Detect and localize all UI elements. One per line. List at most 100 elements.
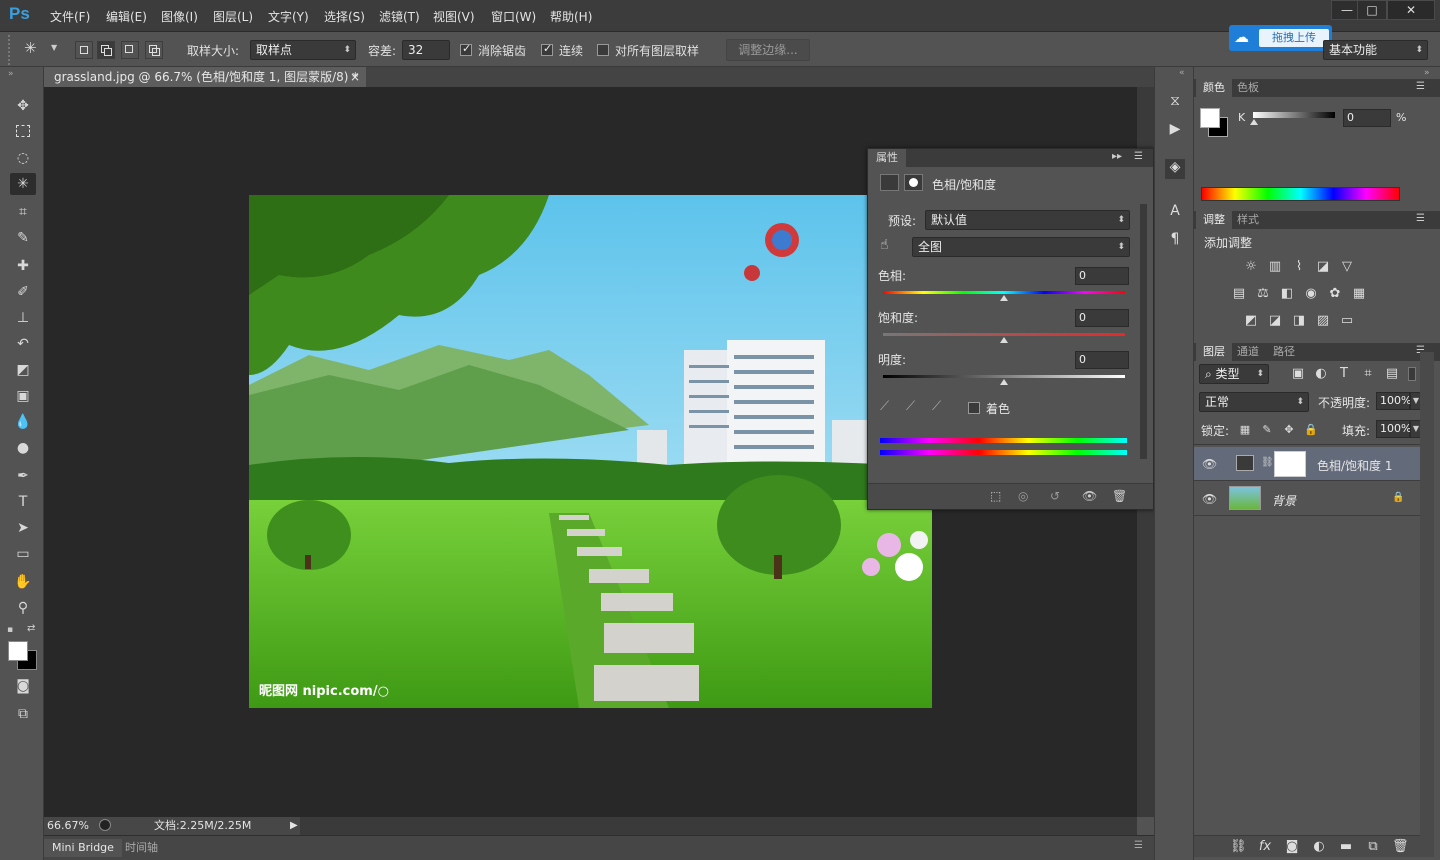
threshold-icon[interactable]: ◨ <box>1291 314 1307 328</box>
layer-row-hue-saturation[interactable]: 👁 ⛓ 色相/饱和度 1 <box>1194 447 1420 481</box>
lightness-slider-thumb[interactable] <box>1000 379 1008 385</box>
menu-file[interactable]: 文件(F) <box>50 8 90 25</box>
photo-filter-icon[interactable]: ◉ <box>1303 287 1319 301</box>
tool-preset-dropdown-icon[interactable]: ▼ <box>51 43 57 52</box>
vibrance-icon[interactable]: ▽ <box>1339 260 1355 274</box>
menu-edit[interactable]: 编辑(E) <box>106 8 147 25</box>
menu-select[interactable]: 选择(S) <box>324 8 365 25</box>
posterize-icon[interactable]: ◪ <box>1267 314 1283 328</box>
saturation-input[interactable]: 0 <box>1075 309 1129 327</box>
hue-saturation-icon[interactable]: ▤ <box>1231 287 1247 301</box>
lightness-input[interactable]: 0 <box>1075 351 1129 369</box>
color-spectrum-bar[interactable] <box>1201 187 1400 201</box>
new-group-icon[interactable]: ▬ <box>1338 840 1354 854</box>
layer-style-icon[interactable]: fx <box>1257 840 1273 854</box>
black-white-icon[interactable]: ◧ <box>1279 287 1295 301</box>
add-mask-icon[interactable]: ◙ <box>1284 840 1300 854</box>
filter-smart-object-icon[interactable]: ▤ <box>1384 367 1400 381</box>
tolerance-input[interactable]: 32 <box>402 40 450 60</box>
channel-dropdown[interactable]: 全图 ⬍ <box>912 237 1130 257</box>
antialias-checkbox[interactable] <box>460 42 472 56</box>
filter-shape-icon[interactable]: ⌗ <box>1360 367 1376 381</box>
k-slider-thumb[interactable] <box>1250 119 1258 125</box>
lightness-slider[interactable] <box>883 375 1125 378</box>
k-channel-input[interactable]: 0 <box>1343 109 1391 127</box>
layer-name[interactable]: 背景 <box>1272 492 1296 509</box>
colorize-checkbox[interactable] <box>968 402 980 414</box>
status-info-icon[interactable] <box>99 819 111 831</box>
eyedropper-plus-icon[interactable]: ⟋ <box>906 399 915 414</box>
tab-adjustments[interactable]: 调整 <box>1196 211 1232 229</box>
workspace-dropdown[interactable]: 基本功能 ⬍ <box>1323 40 1428 60</box>
zoom-tool-icon[interactable]: ⚲ <box>10 597 36 619</box>
layer-filter-dropdown[interactable]: ⌕ 类型 ⬍ <box>1199 364 1269 384</box>
color-balance-icon[interactable]: ⚖ <box>1255 287 1271 301</box>
foreground-color-swatch[interactable] <box>8 641 28 661</box>
zoom-level[interactable]: 66.67% <box>47 817 89 835</box>
intersect-selection-icon[interactable] <box>145 41 163 59</box>
lock-image-icon[interactable]: ✎ <box>1259 423 1275 437</box>
tab-timeline[interactable]: 时间轴 <box>117 839 166 857</box>
new-layer-icon[interactable]: ⧉ <box>1365 840 1381 854</box>
curves-icon[interactable]: ⌇ <box>1291 260 1307 274</box>
channel-mixer-icon[interactable]: ✿ <box>1327 287 1343 301</box>
3d-panel-icon[interactable]: ◈ <box>1165 159 1185 179</box>
k-channel-slider[interactable] <box>1253 112 1335 118</box>
mask-icon[interactable] <box>904 174 923 191</box>
type-tool-icon[interactable]: T <box>10 491 36 513</box>
document-tab[interactable]: grassland.jpg @ 66.7% (色相/饱和度 1, 图层蒙版/8)… <box>44 67 366 87</box>
menu-type[interactable]: 文字(Y) <box>268 8 309 25</box>
filter-type-icon[interactable]: T <box>1336 367 1352 381</box>
hand-tool-icon[interactable]: ✋ <box>10 571 36 593</box>
crop-tool-icon[interactable]: ⌗ <box>10 201 36 223</box>
brightness-contrast-icon[interactable]: ☼ <box>1243 260 1259 274</box>
view-previous-icon[interactable]: ◎ <box>1018 489 1028 503</box>
close-button[interactable]: ✕ <box>1387 0 1435 20</box>
quick-mask-icon[interactable]: ◙ <box>10 675 36 697</box>
lock-transparent-icon[interactable]: ▦ <box>1237 423 1253 437</box>
tab-layers[interactable]: 图层 <box>1196 343 1232 361</box>
clip-to-layer-icon[interactable]: ⬚ <box>990 489 1001 503</box>
eyedropper-icon[interactable]: ⟋ <box>880 399 889 414</box>
actions-panel-icon[interactable]: ▶ <box>1165 121 1185 141</box>
clone-stamp-tool-icon[interactable]: ⊥ <box>10 307 36 329</box>
new-selection-icon[interactable] <box>75 41 93 59</box>
pen-tool-icon[interactable]: ✒ <box>10 465 36 487</box>
swap-colors-icon[interactable]: ⇄ <box>27 623 35 634</box>
menu-window[interactable]: 窗口(W) <box>491 8 536 25</box>
link-icon[interactable]: ⛓ <box>1261 457 1274 468</box>
lock-all-icon[interactable]: 🔒 <box>1303 423 1319 437</box>
selective-color-icon[interactable]: ▨ <box>1315 314 1331 328</box>
gradient-map-icon[interactable]: ▭ <box>1339 314 1355 328</box>
reset-icon[interactable]: ↺ <box>1050 489 1060 503</box>
expand-dock-icon[interactable]: » <box>1424 68 1430 78</box>
history-brush-tool-icon[interactable]: ↶ <box>10 333 36 355</box>
menu-image[interactable]: 图像(I) <box>161 8 198 25</box>
tab-channels[interactable]: 通道 <box>1230 343 1266 361</box>
eraser-tool-icon[interactable]: ◩ <box>10 359 36 381</box>
visibility-eye-icon[interactable]: 👁 <box>1202 457 1217 471</box>
targeted-adjustment-hand-icon[interactable]: ☝ <box>880 237 889 253</box>
magic-wand-tool-icon[interactable]: ✳ <box>24 39 48 61</box>
filter-pixel-icon[interactable]: ▣ <box>1290 367 1306 381</box>
tab-styles[interactable]: 样式 <box>1230 211 1266 229</box>
brush-tool-icon[interactable]: ✐ <box>10 281 36 303</box>
panel-menu-icon[interactable]: ☰ <box>1416 213 1425 224</box>
properties-scrollbar[interactable] <box>1140 204 1147 459</box>
delete-icon[interactable]: 🗑 <box>1112 489 1127 503</box>
lasso-tool-icon[interactable]: ◌ <box>10 147 36 169</box>
exposure-icon[interactable]: ◪ <box>1315 260 1331 274</box>
new-adjustment-icon[interactable]: ◐ <box>1311 840 1327 854</box>
collapse-panel-icon[interactable]: ▸▸ <box>1112 151 1122 162</box>
invert-icon[interactable]: ◩ <box>1243 314 1259 328</box>
rectangle-tool-icon[interactable]: ▭ <box>10 543 36 565</box>
filter-adjustment-icon[interactable]: ◐ <box>1313 367 1329 381</box>
preset-dropdown[interactable]: 默认值 ⬍ <box>925 210 1130 230</box>
contiguous-checkbox[interactable] <box>541 42 553 56</box>
layer-mask-thumbnail[interactable] <box>1274 451 1306 477</box>
gradient-tool-icon[interactable]: ▣ <box>10 385 36 407</box>
tab-properties[interactable]: 属性 <box>868 149 906 167</box>
saturation-slider[interactable] <box>883 333 1125 336</box>
adjustment-layer-icon[interactable] <box>880 174 899 191</box>
sample-all-layers-checkbox[interactable] <box>597 44 609 56</box>
